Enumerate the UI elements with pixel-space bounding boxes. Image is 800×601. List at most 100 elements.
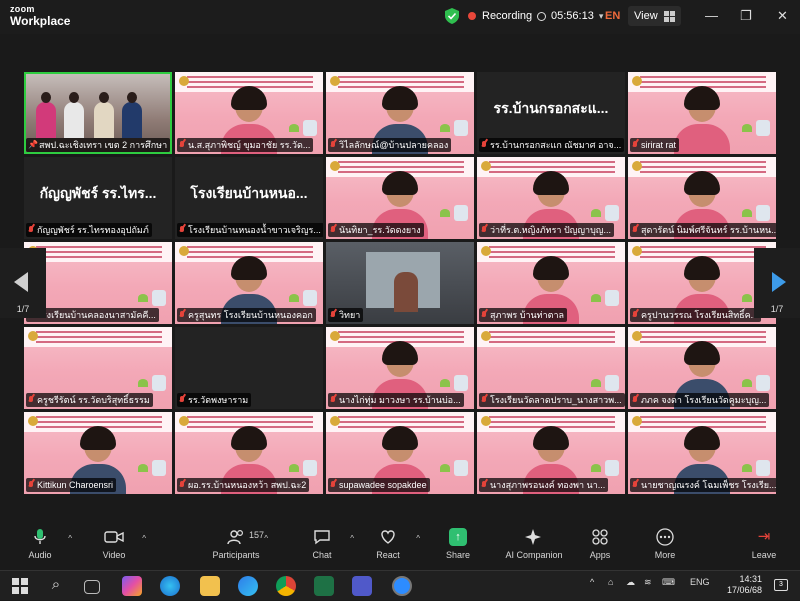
edge-icon[interactable] (238, 576, 258, 596)
keyboard-icon[interactable]: ⌨ (662, 577, 675, 588)
view-button[interactable]: View (628, 6, 681, 26)
participant-tile[interactable]: นันทิยา_รร.วัดดงยาง (326, 157, 474, 239)
robot-icon (303, 120, 317, 136)
school-logo-icon (179, 416, 189, 426)
participant-tile[interactable]: ว่าที่ร.ต.หญิงภัทรา ปัญญาบุญ... (477, 157, 625, 239)
task-view-icon[interactable] (84, 580, 100, 594)
previous-page-button[interactable]: 1/7 (0, 248, 46, 318)
close-icon[interactable]: ✕ (777, 8, 788, 24)
teams-icon[interactable] (352, 576, 372, 596)
participant-tile[interactable]: วิทยา (326, 242, 474, 324)
video-button[interactable]: Video ^ (84, 528, 146, 560)
participant-tile[interactable]: โรงเรียนบ้านหนอ... โรงเรียนบ้านหนองน้ำขาว… (175, 157, 323, 239)
participant-tile[interactable]: โรงเรียนบ้านคลองนาสามัคคี... (24, 242, 172, 324)
video-gallery: 📌 สพป.ฉะเชิงเทรา เขต 2 การศึกษา น.ส.สุภาพิ… (24, 72, 776, 494)
school-logo-icon (632, 331, 642, 341)
chevron-up-icon[interactable]: ^ (264, 534, 268, 543)
participant-name: นายชาญณรงค์ โฉมเพ็ชร โรงเรีย... (641, 480, 776, 490)
participant-tile[interactable]: ผอ.รร.บ้านหนองหว้า สพป.ฉะ2 (175, 412, 323, 494)
school-logo-icon (330, 331, 340, 341)
chevron-up-icon[interactable]: ^ (590, 577, 594, 587)
participant-tile[interactable]: นายชาญณรงค์ โฉมเพ็ชร โรงเรีย... (628, 412, 776, 494)
meeting-timer[interactable]: 05:56:13 ▾ (537, 10, 603, 22)
school-logo-icon (28, 416, 38, 426)
apps-icon (570, 528, 630, 546)
participant-tile[interactable]: น.ส.สุภาพิชญ์ ขุมอาชัย รร.วัด... (175, 72, 323, 154)
taskbar-clock[interactable]: 14:31 17/06/68 (727, 574, 762, 596)
apps-button[interactable]: Apps (570, 528, 630, 560)
restore-icon[interactable]: ❐ (740, 8, 752, 24)
notification-icon[interactable]: 3 (774, 579, 788, 591)
chevron-up-icon[interactable]: ^ (416, 534, 420, 543)
clock-date: 17/06/68 (726, 585, 762, 595)
participant-name-label: sirirat rat (630, 138, 680, 152)
chevron-up-icon[interactable]: ^ (350, 534, 354, 543)
react-button[interactable]: React ^ (358, 528, 420, 560)
participant-tile[interactable]: นางสุภาพรอนงค์ ทองพา นา... (477, 412, 625, 494)
file-explorer-icon[interactable] (200, 576, 220, 596)
participant-tile[interactable]: supawadee sopakdee (326, 412, 474, 494)
participant-tile[interactable]: สุดารัตน์ นิมพ์ศรีจันทร์ รร.บ้านหน... (628, 157, 776, 239)
more-button[interactable]: More (635, 528, 695, 560)
participant-tile[interactable]: นางไก่ทุ่ม มาวงษา รร.บ้านบ่อ... (326, 327, 474, 409)
chevron-up-icon[interactable]: ^ (142, 534, 146, 543)
participant-tile[interactable]: วิไลลักษณ์@บ้านปลายคลอง (326, 72, 474, 154)
language-button[interactable]: EN (605, 10, 620, 22)
copilot-icon[interactable] (122, 576, 142, 596)
arrow-left-icon (14, 272, 28, 292)
school-logo-icon (330, 161, 340, 171)
robot-icon (756, 460, 770, 476)
edge-browser-icon[interactable] (160, 576, 180, 596)
encryption-shield-icon[interactable] (445, 8, 459, 24)
excel-icon[interactable] (314, 576, 334, 596)
participant-tile[interactable]: รร.วัดพงษาราม (175, 327, 323, 409)
participant-tile[interactable]: ครูสุนทร โรงเรียนบ้านหนองคอก (175, 242, 323, 324)
robot-icon (303, 460, 317, 476)
chrome-icon[interactable] (276, 576, 296, 596)
ai-companion-button[interactable]: AI Companion (496, 528, 572, 560)
chevron-up-icon[interactable]: ^ (68, 534, 72, 543)
participant-tile[interactable]: ภภค จงดา โรงเรียนวัดคูมะบุญ... (628, 327, 776, 409)
plant-icon (591, 464, 601, 472)
chat-button[interactable]: Chat ^ (292, 528, 354, 560)
recording-indicator[interactable]: Recording (468, 7, 532, 25)
zoom-logo: zoom Workplace (10, 5, 70, 28)
participant-tile[interactable]: โรงเรียนวัดลาดปราบ_นางสาวพ... (477, 327, 625, 409)
plant-icon (138, 294, 148, 302)
plant-icon (742, 209, 752, 217)
muted-mic-icon (632, 480, 638, 490)
participant-video (394, 272, 418, 312)
participant-name: โรงเรียนวัดลาดปราบ_นางสาวพ... (490, 395, 622, 405)
audio-button[interactable]: Audio ^ (10, 528, 72, 560)
language-indicator[interactable]: ENG (690, 577, 710, 587)
share-button[interactable]: ↑ Share (428, 528, 488, 560)
search-icon[interactable]: ⌕ (46, 576, 66, 596)
slide-header (24, 242, 172, 262)
robot-icon (756, 205, 770, 221)
robot-icon (756, 375, 770, 391)
robot-icon (756, 120, 770, 136)
robot-icon (152, 460, 166, 476)
participant-tile[interactable]: sirirat rat (628, 72, 776, 154)
participant-tile[interactable]: Kittikun Charoensri (24, 412, 172, 494)
leave-button[interactable]: ⇥ Leave (734, 528, 794, 561)
participant-name: สุดารัตน์ นิมพ์ศรีจันทร์ รร.บ้านหน... (641, 225, 776, 235)
minimize-icon[interactable]: — (705, 8, 718, 23)
plant-icon (138, 464, 148, 472)
network-icon[interactable]: ⌂ (608, 577, 613, 587)
participant-name-label: วิไลลักษณ์@บ้านปลายคลอง (328, 138, 452, 152)
participant-tile[interactable]: 📌 สพป.ฉะเชิงเทรา เขต 2 การศึกษา (24, 72, 172, 154)
participant-tile[interactable]: กัญญพัชร์ รร.ไทร... กัญญพัชร์ รร.ไทรทองอุ… (24, 157, 172, 239)
next-page-button[interactable]: 1/7 (754, 248, 800, 318)
participant-tile[interactable]: ครูชรีรัตน์ รร.วัดบริสุทธิ์ธรรม (24, 327, 172, 409)
participant-tile[interactable]: รร.บ้านกรอกสะแ... รร.บ้านกรอกสะแก ณัชมาศ … (477, 72, 625, 154)
windows-start-icon[interactable] (10, 576, 30, 596)
participant-name-label: โรงเรียนวัดลาดปราบ_นางสาวพ... (479, 393, 625, 407)
wifi-icon[interactable]: ≋ (644, 577, 652, 588)
participant-name-label: 📌 สพป.ฉะเชิงเทรา เขต 2 การศึกษา (26, 138, 171, 152)
cloud-icon[interactable]: ☁ (626, 577, 635, 588)
muted-mic-icon (330, 480, 336, 490)
plant-icon (440, 124, 450, 132)
participant-tile[interactable]: สุภาพร บ้านท่าตาล (477, 242, 625, 324)
zoom-taskbar-icon[interactable] (392, 576, 412, 596)
